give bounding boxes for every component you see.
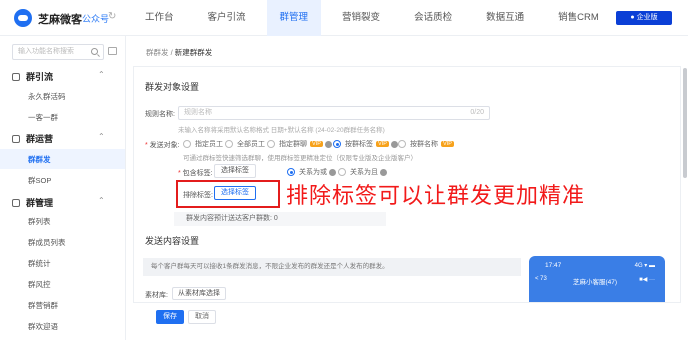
rule-name-counter: 0/20: [470, 109, 484, 116]
radio-icon: [338, 168, 346, 176]
sidebar-item-group-sop[interactable]: 群SOP: [28, 175, 51, 186]
radio-specific-group[interactable]: 指定群聊 VIP: [267, 139, 332, 149]
choose-material-button[interactable]: 从素材库选择: [172, 287, 226, 300]
estimated-group-count: 群发内容预计送达客户群数: 0: [174, 212, 386, 226]
sidebar-group-traffic[interactable]: 群引流 ⌃: [12, 70, 105, 83]
target-label: * 发送对象:: [145, 142, 180, 149]
sidebar-item-group-stats[interactable]: 群统计: [28, 258, 51, 269]
save-button[interactable]: 保存: [156, 310, 184, 324]
help-icon: [380, 168, 387, 176]
rule-name-hint: 未输入名称将采用默认名称格式 日期+默认名称 (24-02-20群群任务名称): [178, 127, 385, 134]
group-traffic-icon: [12, 73, 20, 81]
help-icon: [390, 140, 398, 148]
chevron-up-icon: ⌃: [98, 132, 105, 141]
sidebar-item-group-welcome[interactable]: 群欢迎语: [28, 321, 58, 332]
radio-all-staff[interactable]: 全部员工: [225, 139, 265, 149]
radio-icon: [398, 140, 406, 148]
chevron-up-icon: ⌃: [98, 70, 105, 79]
radio-relation-or[interactable]: 关系为或: [287, 167, 336, 177]
phone-chat-title: 芝麻小客服(47): [573, 279, 618, 286]
top-navigation-bar: 芝麻微客 公众号 ↻ 工作台 客户引流 群管理 营销裂变 会话质检 数据互通 销…: [0, 0, 688, 36]
sidebar-item-one-customer-one-group[interactable]: 一客一群: [28, 112, 58, 123]
material-library-label: 素材库:: [145, 292, 168, 299]
sidebar-search-input[interactable]: 输入功能名称搜索: [12, 44, 104, 60]
help-icon: [329, 168, 336, 176]
logo-icon[interactable]: [14, 9, 32, 27]
vip-badge: VIP: [441, 141, 454, 147]
phone-video-icon: ■◀ ···: [639, 277, 655, 283]
sidebar-group-management[interactable]: 群管理 ⌃: [12, 196, 105, 209]
phone-back: < 73: [535, 276, 547, 282]
section-title-content: 发送内容设置: [145, 236, 200, 246]
sidebar-group-operation[interactable]: 群运营 ⌃: [12, 132, 105, 145]
group-management-icon: [12, 199, 20, 207]
brand-tag[interactable]: 公众号: [82, 12, 109, 25]
radio-specific-staff[interactable]: 指定员工: [183, 139, 223, 149]
rule-name-label: 规则名称:: [145, 111, 175, 118]
nav-customer-traffic[interactable]: 客户引流: [195, 0, 259, 36]
cancel-button[interactable]: 取消: [188, 310, 216, 324]
brand-name: 芝麻微客: [38, 14, 82, 26]
sidebar-item-group-marketing[interactable]: 群营销群: [28, 300, 58, 311]
radio-checked-icon: [333, 140, 341, 148]
nav-marketing[interactable]: 营销裂变: [329, 0, 393, 36]
breadcrumb-current: 新建群群发: [174, 48, 213, 57]
radio-relation-and[interactable]: 关系为且: [338, 167, 387, 177]
nav-data-sync[interactable]: 数据互通: [473, 0, 537, 36]
vip-badge: VIP: [310, 141, 323, 147]
main-nav: 工作台 客户引流 群管理 营销裂变 会话质检 数据互通 销售CRM 更多 ⌄: [132, 0, 683, 36]
radio-icon: [267, 140, 275, 148]
radio-icon: [183, 140, 191, 148]
nav-group-management[interactable]: 群管理: [266, 0, 322, 36]
refresh-icon[interactable]: ↻: [108, 11, 116, 22]
help-icon: [324, 140, 332, 148]
enterprise-button[interactable]: ● 企业版: [616, 11, 672, 25]
nav-sales-crm[interactable]: 销售CRM: [545, 0, 612, 36]
breadcrumb: 群群发 / 新建群群发: [146, 48, 213, 57]
breadcrumb-parent[interactable]: 群群发: [146, 48, 169, 57]
radio-icon: [225, 140, 233, 148]
group-operation-icon: [12, 135, 20, 143]
sidebar-item-group-broadcast[interactable]: 群群发: [28, 154, 51, 165]
phone-time: 17:47: [545, 262, 562, 269]
sidebar-item-permanent-qr[interactable]: 永久群活码: [28, 91, 66, 102]
vip-badge: VIP: [376, 141, 389, 147]
collapse-sidebar-icon[interactable]: [108, 47, 117, 55]
target-hint: 可通过群标签快速筛选群聊，使用群标签更精准定位（仅限专业版及企业版客户）: [183, 155, 417, 162]
scrollbar[interactable]: [683, 68, 687, 178]
phone-status-icons: 4G ▾ ▬: [634, 263, 655, 269]
sidebar: 输入功能名称搜索 群引流 ⌃ 永久群活码 一客一群 群运营 ⌃ 群群发 群SOP…: [0, 36, 126, 340]
include-tag-label: * 包含标签:: [178, 170, 213, 177]
exclude-tag-label: 排除标签:: [183, 192, 213, 199]
exclude-tag-select-button[interactable]: 选择标签: [214, 186, 256, 200]
radio-by-group-tag[interactable]: 按群标签 VIP: [333, 139, 398, 149]
sidebar-active-highlight: [0, 149, 125, 169]
sidebar-item-group-risk[interactable]: 群风控: [28, 279, 51, 290]
rule-name-input[interactable]: 规则名称 0/20: [178, 106, 490, 120]
nav-session-inspection[interactable]: 会话质检: [401, 0, 465, 36]
radio-checked-icon: [287, 168, 295, 176]
phone-preview: 17:47 4G ▾ ▬ < 73 芝麻小客服(47) ■◀ ···: [529, 256, 665, 302]
section-title-target: 群发对象设置: [145, 82, 200, 92]
sidebar-item-group-members[interactable]: 群成员列表: [28, 237, 66, 248]
radio-by-group-name[interactable]: 按群名称 VIP: [398, 139, 454, 149]
include-tag-select-button[interactable]: 选择标签: [214, 164, 256, 178]
sidebar-item-group-list[interactable]: 群列表: [28, 216, 51, 227]
chevron-up-icon: ⌃: [98, 196, 105, 205]
annotation-text: 排除标签可以让群发更加精准: [286, 183, 586, 208]
nav-workbench[interactable]: 工作台: [132, 0, 187, 36]
search-icon: [91, 48, 98, 55]
broadcast-limit-notice: 每个客户群每天可以接收1条群发消息，不限企业发布的群发还是个人发布的群发。: [143, 258, 521, 276]
